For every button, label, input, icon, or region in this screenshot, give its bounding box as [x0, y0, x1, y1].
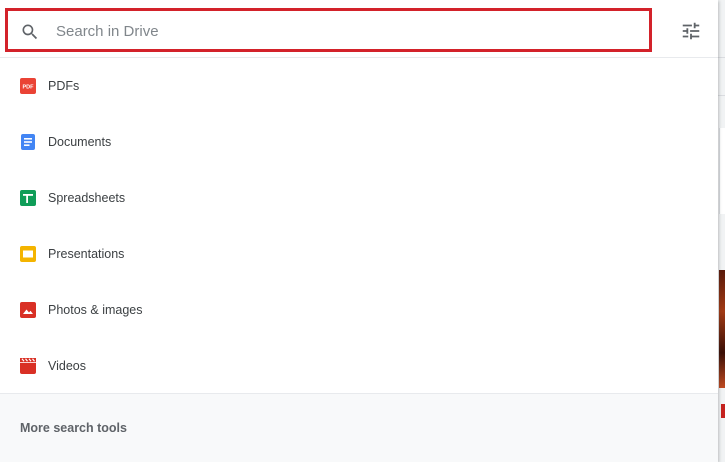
- file-type-item-documents[interactable]: Documents: [0, 114, 718, 170]
- slides-icon: [20, 246, 36, 262]
- file-type-label: Videos: [48, 359, 86, 373]
- video-icon: [20, 358, 36, 374]
- file-type-item-videos[interactable]: Videos: [0, 338, 718, 394]
- pdf-icon: PDF: [20, 78, 36, 94]
- search-dropdown-panel: PDF PDFs Documents Sprea: [0, 0, 718, 462]
- file-type-item-pdfs[interactable]: PDF PDFs: [0, 58, 718, 114]
- drive-search-screen: PDF PDFs Documents Sprea: [0, 0, 725, 462]
- file-type-label: Documents: [48, 135, 112, 149]
- more-search-tools-link[interactable]: More search tools: [20, 421, 127, 435]
- file-type-label: Photos & images: [48, 303, 143, 317]
- background-content: [718, 0, 725, 462]
- background-file-icon: [721, 404, 725, 418]
- docs-icon: [21, 134, 35, 150]
- search-input[interactable]: [56, 19, 616, 43]
- file-type-label: Presentations: [48, 247, 125, 261]
- background-card: [719, 128, 725, 214]
- file-type-item-photos-images[interactable]: Photos & images: [0, 282, 718, 338]
- search-header: [0, 0, 718, 58]
- search-options-button[interactable]: [676, 16, 706, 46]
- file-type-item-presentations[interactable]: Presentations: [0, 226, 718, 282]
- search-icon[interactable]: [20, 22, 40, 42]
- divider: [718, 57, 725, 58]
- svg-text:PDF: PDF: [23, 85, 35, 91]
- tune-icon: [682, 22, 700, 40]
- divider: [718, 95, 725, 96]
- image-icon: [20, 302, 36, 318]
- search-footer: More search tools: [0, 393, 718, 462]
- file-type-label: Spreadsheets: [48, 191, 126, 205]
- file-type-item-spreadsheets[interactable]: Spreadsheets: [0, 170, 718, 226]
- sheets-icon: [20, 190, 36, 206]
- file-type-label: PDFs: [48, 79, 80, 93]
- search-box-highlighted[interactable]: [5, 8, 652, 52]
- background-thumbnail: [719, 270, 725, 388]
